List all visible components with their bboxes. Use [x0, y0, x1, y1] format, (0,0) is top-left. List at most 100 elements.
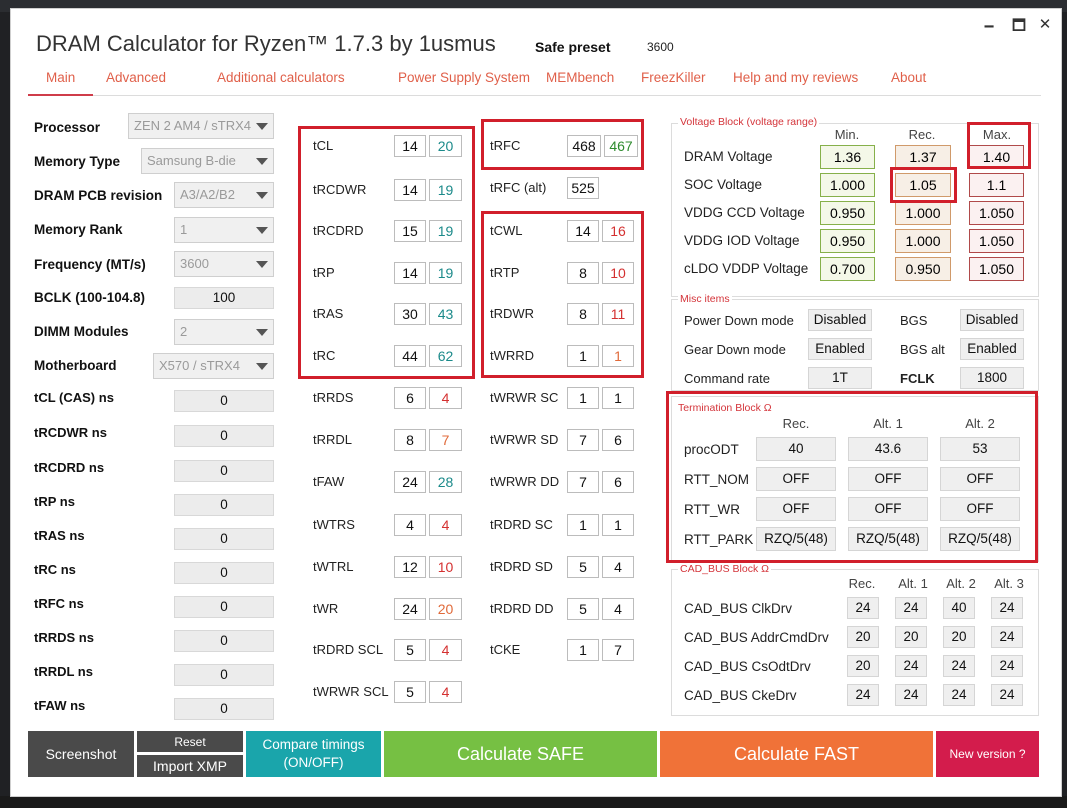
voltage-max-value[interactable]: 1.050	[969, 201, 1024, 225]
termination-value[interactable]: OFF	[940, 467, 1020, 491]
minimize-icon[interactable]: 🗕	[981, 15, 997, 40]
memory-type-select[interactable]: Samsung B-die	[141, 148, 274, 174]
voltage-max-value[interactable]: 1.050	[969, 257, 1024, 281]
termination-value[interactable]: RZQ/5(48)	[940, 527, 1020, 551]
timing-value[interactable]: 14	[394, 135, 426, 157]
timing-value[interactable]: 12	[394, 556, 426, 578]
motherboard-select[interactable]: X570 / sTRX4	[153, 353, 274, 379]
timing-value[interactable]: 14	[394, 262, 426, 284]
timing-value[interactable]: 30	[394, 303, 426, 325]
timing-value[interactable]: 6	[394, 387, 426, 409]
tab-membench[interactable]: MEMbench	[546, 70, 614, 85]
ns-timing-input[interactable]: 0	[174, 494, 274, 516]
termination-value[interactable]: 43.6	[848, 437, 928, 461]
ns-timing-input[interactable]: 0	[174, 630, 274, 652]
cadbus-value[interactable]: 24	[943, 684, 975, 706]
voltage-rec-value[interactable]: 1.000	[895, 229, 951, 253]
gear-down-value[interactable]: Enabled	[808, 338, 872, 360]
fclk-value[interactable]: 1800	[960, 367, 1024, 389]
timing-value[interactable]: 8	[567, 262, 599, 284]
timing-value[interactable]: 24	[394, 598, 426, 620]
timing-value[interactable]: 14	[567, 220, 599, 242]
new-version-button[interactable]: New version ?	[936, 731, 1039, 777]
tab-freezkiller[interactable]: FreezKiller	[641, 70, 706, 85]
cadbus-value[interactable]: 24	[943, 655, 975, 677]
pcb-revision-select[interactable]: A3/A2/B2	[174, 182, 274, 208]
cadbus-value[interactable]: 24	[847, 684, 879, 706]
timing-value[interactable]: 1	[567, 387, 599, 409]
close-icon[interactable]: ✕	[1037, 15, 1053, 33]
frequency-select[interactable]: 3600	[174, 251, 274, 277]
reset-button[interactable]: Reset	[137, 731, 243, 752]
cadbus-value[interactable]: 24	[991, 597, 1023, 619]
voltage-min-value[interactable]: 1.000	[820, 173, 875, 197]
timing-value[interactable]: 8	[567, 303, 599, 325]
timing-value[interactable]: 5	[394, 639, 426, 661]
timing-value[interactable]: 1	[567, 514, 599, 536]
ns-timing-input[interactable]: 0	[174, 698, 274, 720]
tab-advanced[interactable]: Advanced	[106, 70, 166, 85]
tab-power-supply-system[interactable]: Power Supply System	[398, 70, 530, 85]
timing-value[interactable]: 468	[567, 135, 601, 157]
timing-value[interactable]: 4	[394, 514, 426, 536]
power-down-value[interactable]: Disabled	[808, 309, 872, 331]
timing-value[interactable]: 7	[567, 429, 599, 451]
ns-timing-input[interactable]: 0	[174, 425, 274, 447]
dimm-modules-select[interactable]: 2	[174, 319, 274, 345]
bgs-alt-value[interactable]: Enabled	[960, 338, 1024, 360]
timing-value[interactable]: 5	[394, 681, 426, 703]
screenshot-button[interactable]: Screenshot	[28, 731, 134, 777]
voltage-rec-value[interactable]: 1.37	[895, 145, 951, 169]
termination-value[interactable]: RZQ/5(48)	[756, 527, 836, 551]
ns-timing-input[interactable]: 0	[174, 528, 274, 550]
cadbus-value[interactable]: 24	[991, 655, 1023, 677]
cadbus-value[interactable]: 40	[943, 597, 975, 619]
voltage-rec-value[interactable]: 0.950	[895, 257, 951, 281]
voltage-rec-value[interactable]: 1.000	[895, 201, 951, 225]
cadbus-value[interactable]: 24	[991, 684, 1023, 706]
timing-value[interactable]: 1	[567, 345, 599, 367]
tab-additional-calculators[interactable]: Additional calculators	[217, 70, 345, 85]
voltage-max-value[interactable]: 1.40	[969, 145, 1024, 169]
timing-value[interactable]: 24	[394, 471, 426, 493]
cadbus-value[interactable]: 20	[847, 655, 879, 677]
termination-value[interactable]: 40	[756, 437, 836, 461]
cadbus-value[interactable]: 20	[943, 626, 975, 648]
voltage-min-value[interactable]: 0.950	[820, 229, 875, 253]
termination-value[interactable]: 53	[940, 437, 1020, 461]
bclk-input[interactable]: 100	[174, 287, 274, 309]
timing-value[interactable]: 525	[567, 177, 599, 199]
cadbus-value[interactable]: 24	[847, 597, 879, 619]
bgs-value[interactable]: Disabled	[960, 309, 1024, 331]
termination-value[interactable]: RZQ/5(48)	[848, 527, 928, 551]
timing-value[interactable]: 14	[394, 179, 426, 201]
tab-help-and-reviews[interactable]: Help and my reviews	[733, 70, 858, 85]
command-rate-value[interactable]: 1T	[808, 367, 872, 389]
voltage-min-value[interactable]: 0.700	[820, 257, 875, 281]
timing-value[interactable]: 5	[567, 598, 599, 620]
timing-value[interactable]: 1	[567, 639, 599, 661]
maximize-icon[interactable]: 🗖	[1011, 15, 1027, 40]
timing-value[interactable]: 7	[567, 471, 599, 493]
timing-value[interactable]: 8	[394, 429, 426, 451]
ns-timing-input[interactable]: 0	[174, 390, 274, 412]
timing-value[interactable]: 15	[394, 220, 426, 242]
ns-timing-input[interactable]: 0	[174, 460, 274, 482]
calculate-fast-button[interactable]: Calculate FAST	[660, 731, 933, 777]
voltage-rec-value[interactable]: 1.05	[895, 173, 951, 197]
termination-value[interactable]: OFF	[756, 497, 836, 521]
import-xmp-button[interactable]: Import XMP	[137, 755, 243, 777]
timing-value[interactable]: 44	[394, 345, 426, 367]
processor-select[interactable]: ZEN 2 AM4 / sTRX4	[128, 113, 274, 139]
termination-value[interactable]: OFF	[940, 497, 1020, 521]
ns-timing-input[interactable]: 0	[174, 664, 274, 686]
cadbus-value[interactable]: 24	[991, 626, 1023, 648]
voltage-min-value[interactable]: 1.36	[820, 145, 875, 169]
compare-timings-button[interactable]: Compare timings (ON/OFF)	[246, 731, 381, 777]
calculate-safe-button[interactable]: Calculate SAFE	[384, 731, 657, 777]
voltage-max-value[interactable]: 1.1	[969, 173, 1024, 197]
cadbus-value[interactable]: 20	[895, 626, 927, 648]
cadbus-value[interactable]: 24	[895, 597, 927, 619]
cadbus-value[interactable]: 24	[895, 655, 927, 677]
ns-timing-input[interactable]: 0	[174, 562, 274, 584]
